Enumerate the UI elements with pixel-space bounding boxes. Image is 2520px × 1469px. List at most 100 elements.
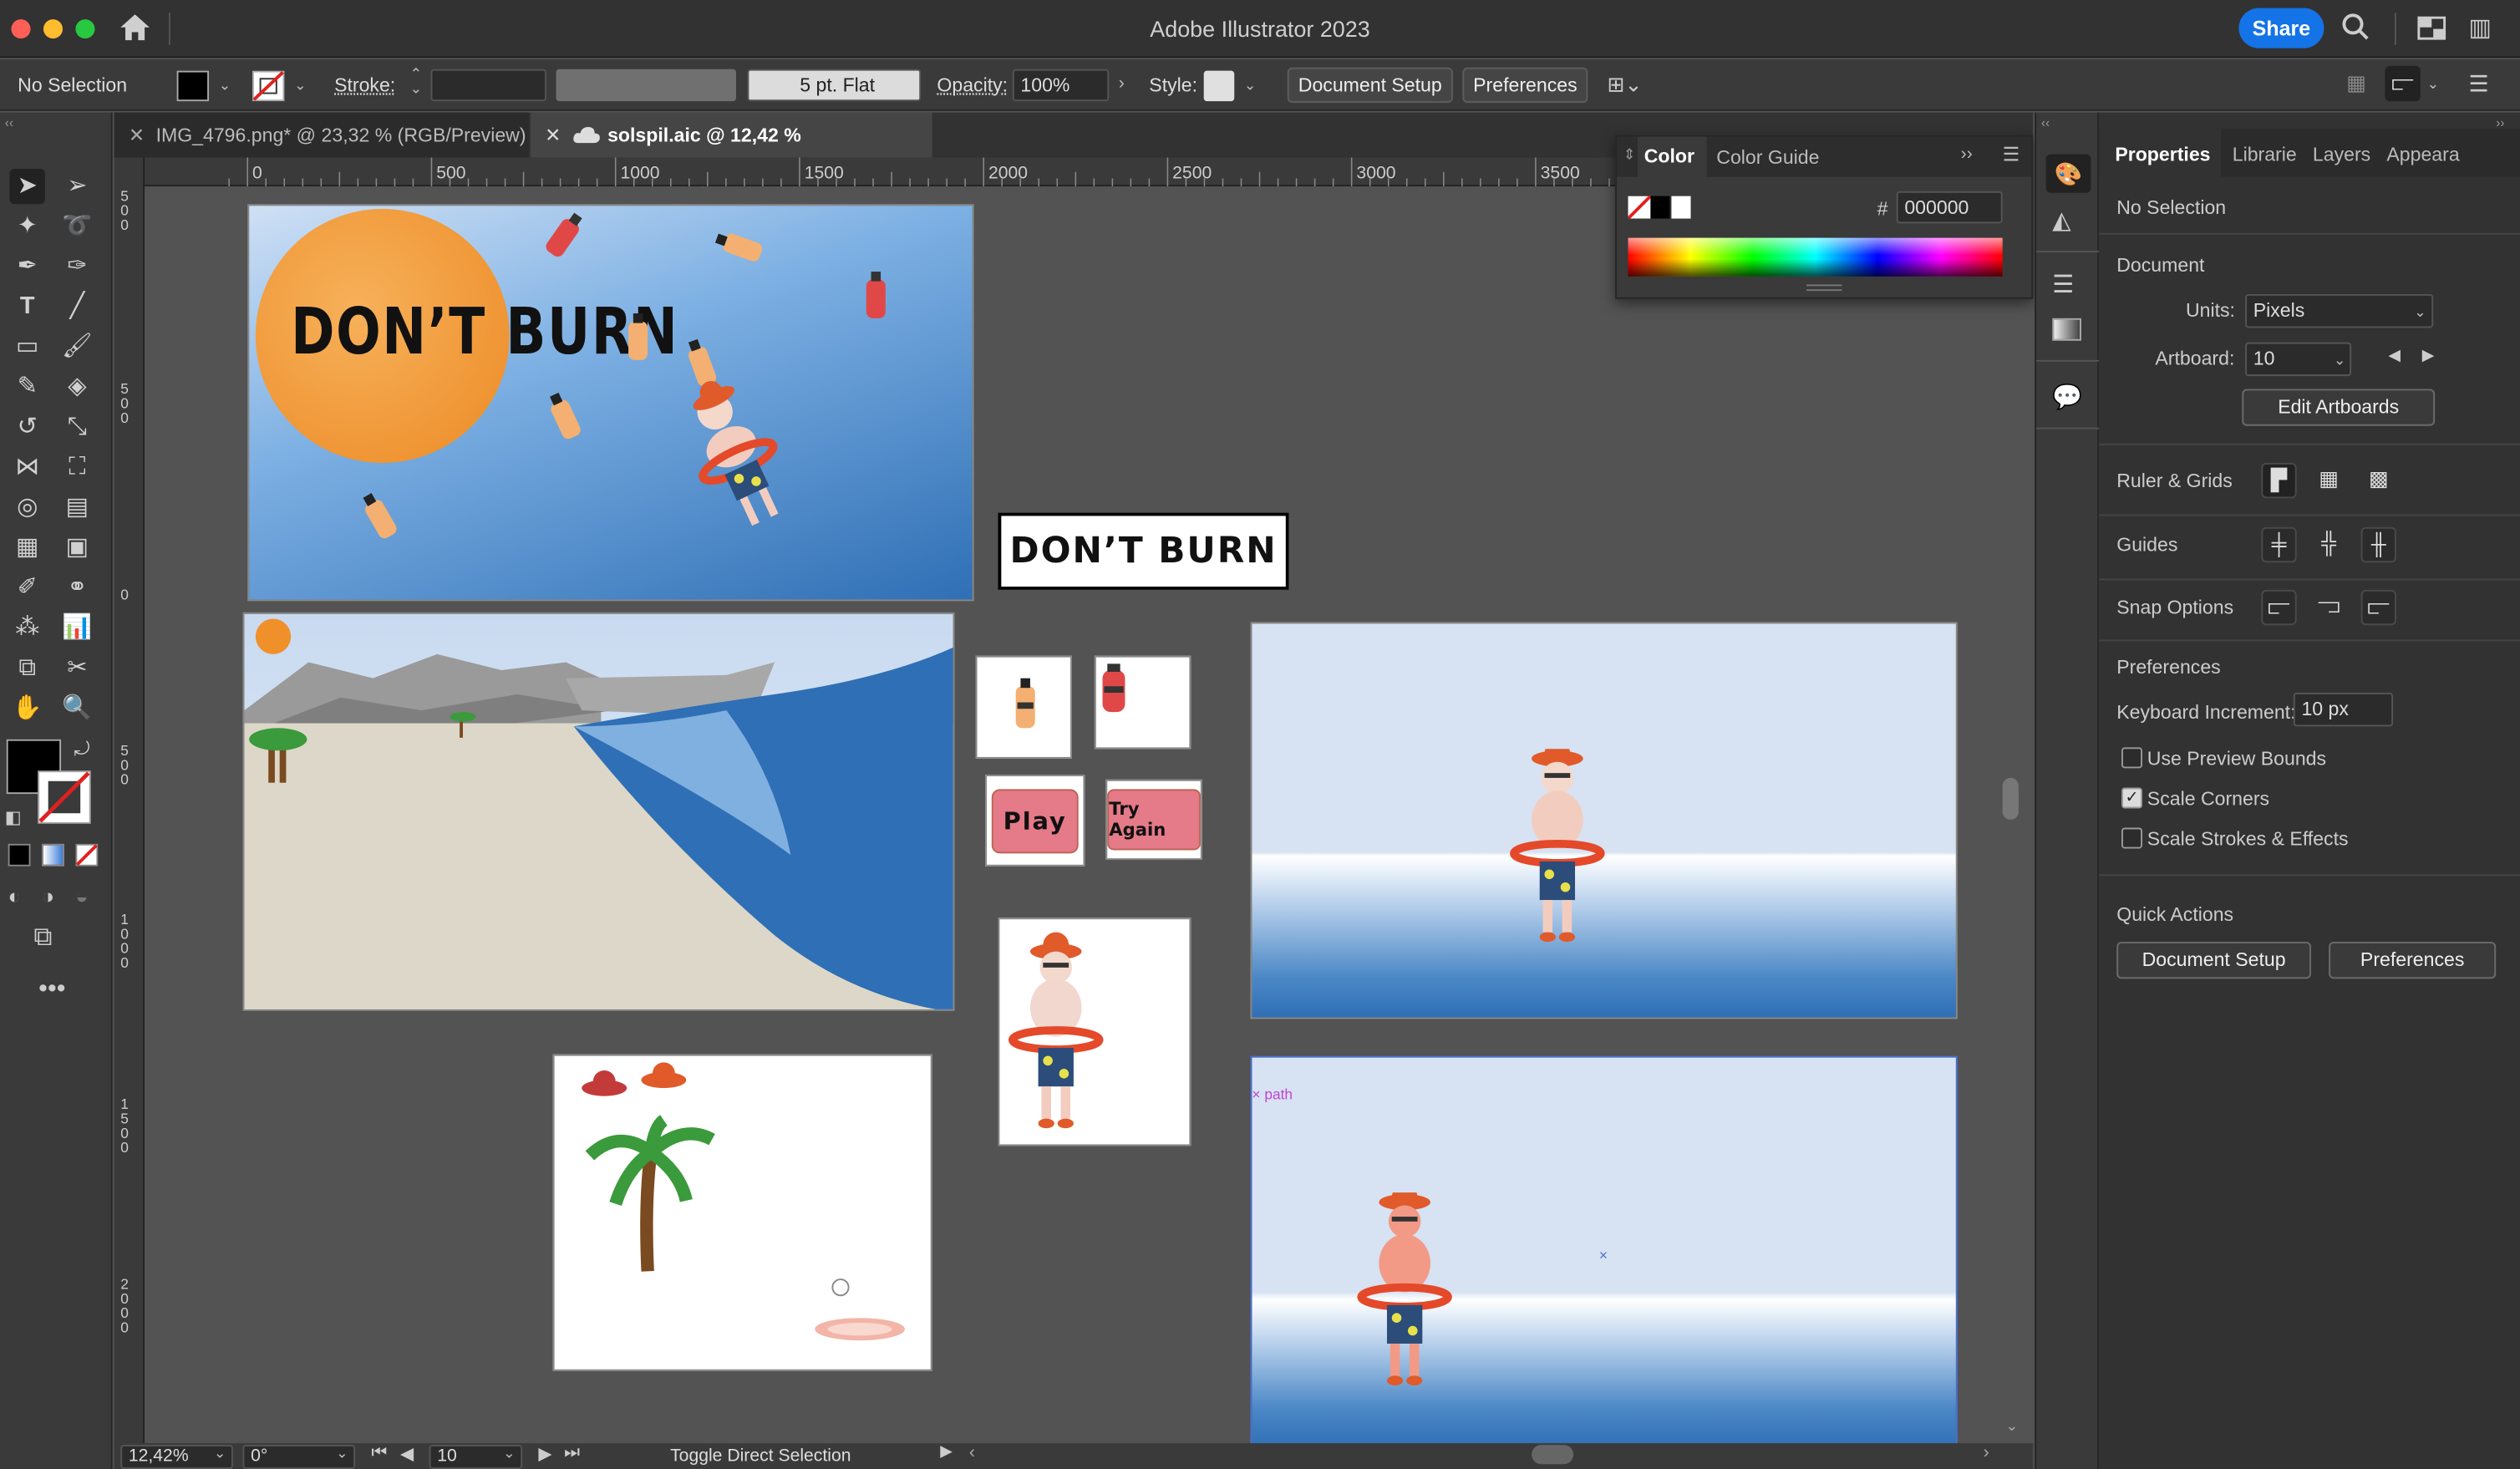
variable-width-profile[interactable] [556,69,736,102]
fill-dropdown-icon[interactable]: ⌄ [219,77,231,94]
tab-appearance[interactable]: Appeara [2386,143,2459,165]
slice-tool-icon[interactable]: ✂ [59,651,94,686]
free-transform-tool-icon[interactable]: ⛶ [59,450,94,485]
units-dropdown[interactable]: Pixels ⌄ [2245,293,2434,328]
zoom-tool-icon[interactable]: 🔍 [59,691,94,726]
scale-corners-checkbox[interactable]: ✓ [2121,787,2143,809]
paintbrush-tool-icon[interactable]: 🖌 [59,329,94,364]
collapse-tools-icon[interactable]: ‹‹ [5,115,13,130]
artboard-character[interactable] [998,917,1191,1146]
panel-menu-icon[interactable]: ☰ [2003,143,2020,165]
width-tool-icon[interactable]: ⋈ [10,450,45,485]
color-palette-icon[interactable]: 🎨 [2045,154,2091,193]
next-artboard-icon[interactable]: ▶ [538,1443,551,1464]
stroke-panel-icon[interactable]: ☰ [2052,270,2074,299]
draw-behind-icon[interactable]: ◑ [42,884,54,908]
hex-input[interactable]: 000000 [1896,191,2003,224]
stroke-weight-field[interactable] [430,69,546,102]
type-tool-icon[interactable]: T [10,289,45,324]
line-tool-icon[interactable]: ╱ [59,289,94,324]
align-icon[interactable]: ▦ [2346,71,2366,97]
first-artboard-icon[interactable]: ⏮ [371,1443,387,1464]
snap-to-pixel-icon[interactable]: ⫎ [2311,590,2346,625]
default-colors-icon[interactable]: ◧ [5,807,22,827]
tab-solspil[interactable]: ✕ solspil.aic @ 12,42 % (RGB/Preview) [530,112,932,191]
screen-mode-icon[interactable]: ⧉ [33,924,52,953]
color-guide-icon[interactable]: ◭ [2052,206,2070,235]
search-icon[interactable] [2342,13,2371,42]
artboard-bottle-1[interactable] [975,655,1072,759]
gradient-panel-icon[interactable] [2052,318,2081,341]
zoom-dropdown-icon[interactable]: ⌄ [214,1445,226,1462]
artboard-dropdown-icon[interactable]: ⌄ [503,1445,516,1462]
tab-libraries[interactable]: Librarie [2233,143,2297,165]
fill-swatch[interactable] [176,70,210,102]
collapse-strip-icon[interactable]: ‹‹ [2041,115,2050,130]
magic-wand-tool-icon[interactable]: ✦ [10,209,45,244]
direct-selection-tool-icon[interactable]: ➢ [59,169,94,204]
swap-colors-icon[interactable]: ⤾ [74,738,89,762]
horizontal-scrollbar-thumb[interactable] [1532,1445,1574,1465]
keyboard-increment-input[interactable]: 10 px [2293,692,2394,727]
snap-to-glyph-icon[interactable]: ⫍ [2360,589,2396,626]
white-swatch[interactable] [1671,196,1691,219]
close-tab-icon[interactable]: ✕ [545,113,561,158]
preferences-button[interactable]: Preferences [1462,67,1588,104]
scroll-right-icon[interactable]: › [1984,1443,1989,1462]
snap-icon[interactable]: ⫍ [2385,65,2421,102]
discover-icon[interactable]: ▥ [2468,13,2491,42]
panel-resize-grip[interactable] [1806,284,1842,292]
black-swatch[interactable] [1650,196,1670,219]
document-setup-button[interactable]: Document Setup [1287,67,1453,104]
stroke-swatch[interactable] [251,70,285,102]
arrange-documents-icon[interactable]: ⊞⌄ [1608,73,1643,99]
panel-menu-icon[interactable]: ☰ [2468,71,2488,99]
scroll-down-icon[interactable]: ⌄ [2006,1417,2019,1435]
artboard-assets[interactable] [552,1054,932,1371]
snap-to-point-icon[interactable]: ⫍ [2261,589,2297,626]
tab-color-guide[interactable]: Color Guide [1716,146,1819,169]
style-dropdown-icon[interactable]: ⌄ [1244,77,1257,94]
qa-preferences-button[interactable]: Preferences [2329,942,2497,979]
status-menu-icon[interactable]: ▶ [940,1443,953,1461]
artboard-play-button[interactable]: Play [985,775,1085,867]
blend-tool-icon[interactable]: ⚭ [59,571,94,606]
show-guides-icon[interactable]: ╪ [2261,526,2297,563]
edit-toolbar-icon[interactable]: ••• [38,976,65,1005]
gradient-tool-icon[interactable]: ▣ [59,531,94,566]
pen-tool-icon[interactable]: ✒ [10,249,45,284]
vertical-scrollbar-thumb[interactable] [2002,777,2019,820]
draw-inside-icon[interactable]: ◒ [75,884,88,908]
artboard-bottle-2[interactable] [1094,655,1191,750]
none-mode-icon[interactable] [75,843,99,867]
opacity-field[interactable]: 100% [1012,69,1110,102]
gradient-mode-icon[interactable] [42,843,64,867]
next-artboard-icon[interactable]: ▶ [2422,347,2435,364]
opacity-arrow-icon[interactable]: › [1119,74,1125,93]
transparency-grid-icon[interactable]: ▩ [2361,463,2396,498]
artboard-title-screen[interactable]: DON’T BURN [247,204,974,602]
panel-grip-icon[interactable]: ⇕ [1623,146,1636,164]
tab-layers[interactable]: Layers [2313,143,2370,165]
rotation-dropdown-icon[interactable]: ⌄ [336,1445,348,1462]
close-tab-icon[interactable]: ✕ [129,113,145,158]
artboard-dropdown[interactable]: 10 ⌄ [2245,342,2352,377]
scale-tool-icon[interactable]: ⤡ [59,409,94,445]
lock-guides-icon[interactable]: ╬ [2311,527,2346,562]
symbol-sprayer-tool-icon[interactable]: ⁂ [10,611,45,646]
brush-definition[interactable]: 5 pt. Flat [747,69,922,102]
eraser-tool-icon[interactable]: ◈ [59,369,94,404]
tab-properties[interactable]: Properties [2115,143,2210,165]
expand-panel-icon[interactable]: ›› [1961,145,1973,164]
vertical-ruler[interactable]: 5 0 0 5 0 0 0 5 0 0 1 0 0 0 1 5 0 0 2 0 … [114,157,145,1444]
artboard-tool-icon[interactable]: ⧉ [10,651,45,686]
eyedropper-tool-icon[interactable]: ✐ [10,571,45,606]
previous-artboard-icon[interactable]: ◀ [400,1443,414,1464]
smart-guides-icon[interactable]: ╫ [2360,526,2396,563]
artboard-beach[interactable] [242,612,955,1011]
scale-strokes-checkbox[interactable] [2121,827,2143,849]
selection-tool-icon[interactable]: ➤ [9,168,45,205]
curvature-tool-icon[interactable]: ✑ [59,249,94,284]
rectangle-tool-icon[interactable]: ▭ [10,329,45,364]
stroke-label[interactable]: Stroke: [334,74,395,96]
